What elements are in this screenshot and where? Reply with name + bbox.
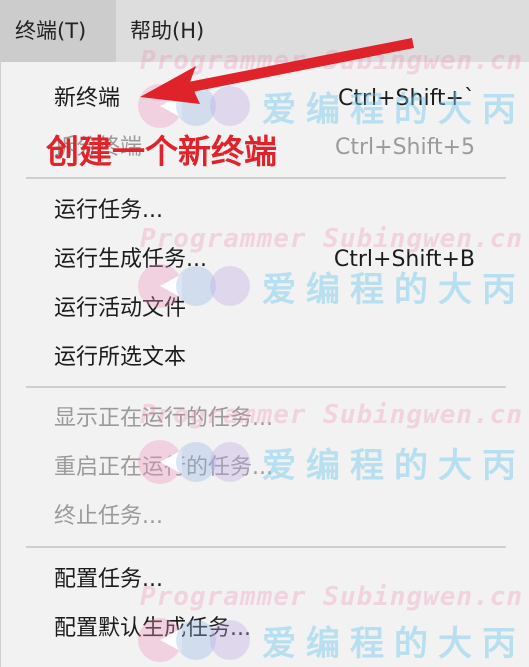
- menu-item-label: 终止任务...: [54, 504, 163, 529]
- menu-separator: [26, 177, 506, 179]
- menu-item-label: 运行所选文本: [54, 345, 187, 370]
- menu-item-shortcut: Ctrl+Shift+5: [334, 135, 475, 160]
- watermark-text: Programmer Subingwen.cn: [140, 582, 524, 612]
- menu-item-label: 新终端: [54, 86, 121, 111]
- watermark-text: Programmer Subingwen.cn: [140, 46, 524, 76]
- watermark-chinese: 爱编程的大丙: [262, 270, 526, 310]
- screenshot-root: 终端(T) 帮助(H) 新终端 Ctrl+Shift+` 拆分终端 Ctrl+S…: [0, 0, 529, 667]
- menu-separator: [26, 546, 506, 548]
- watermark-logo-icon: [138, 264, 250, 308]
- menu-item-run-selected-text[interactable]: 运行所选文本: [0, 335, 529, 381]
- watermark-text: Programmer Subingwen.cn: [140, 224, 524, 254]
- menu-separator: [26, 386, 506, 388]
- menu-terminal[interactable]: 终端(T): [0, 0, 116, 62]
- annotation-text: 创建一个新终端: [46, 132, 277, 171]
- watermark-chinese: 爱编程的大丙: [262, 624, 526, 664]
- watermark-chinese: 爱编程的大丙: [262, 90, 526, 130]
- menu-item-terminate-task[interactable]: 终止任务...: [0, 494, 529, 540]
- watermark-text: Programmer Subingwen.cn: [140, 400, 524, 430]
- watermark-logo-icon: [138, 618, 250, 662]
- watermark-chinese: 爱编程的大丙: [262, 446, 526, 486]
- watermark-logo-icon: [138, 440, 250, 484]
